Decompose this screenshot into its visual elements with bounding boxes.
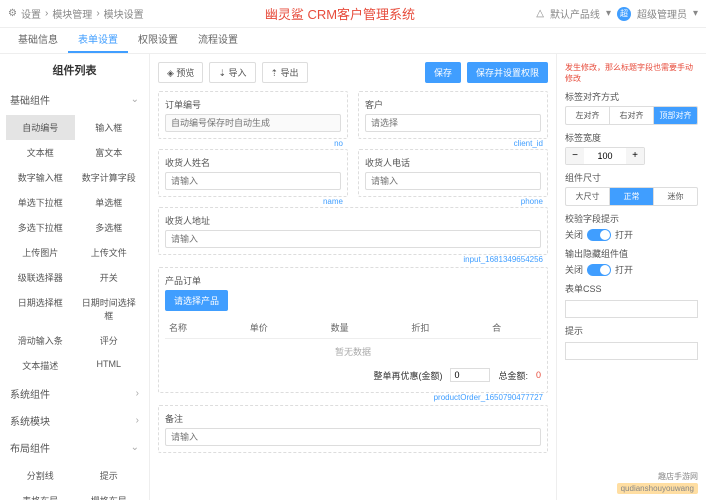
comp-8[interactable]: 多选下拉框 (6, 215, 75, 240)
width-minus[interactable]: − (566, 148, 584, 164)
warning-text: 发生修改，那么标题字段也需要手动修改 (565, 62, 698, 84)
comp-11[interactable]: 上传文件 (75, 240, 144, 265)
layout-1[interactable]: 提示 (75, 463, 144, 488)
comp-14[interactable]: 日期选择框 (6, 290, 75, 328)
property-panel: 发生修改，那么标题字段也需要手动修改 标签对齐方式 左对齐 右对齐 顶部对齐 标… (556, 54, 706, 500)
notification-icon[interactable]: △ (536, 8, 544, 19)
size-large[interactable]: 大尺寸 (566, 188, 610, 205)
panel-title: 组件列表 (0, 54, 149, 86)
order-no-input[interactable] (165, 114, 341, 132)
comp-4[interactable]: 数字输入框 (6, 165, 75, 190)
comp-10[interactable]: 上传图片 (6, 240, 75, 265)
avatar[interactable]: 超 (617, 7, 631, 21)
component-panel: 组件列表 基础组件⌄ 自动编号输入框文本框富文本数字输入框数字计算字段单选下拉框… (0, 54, 150, 500)
size-normal[interactable]: 正常 (610, 188, 654, 205)
phone-input[interactable] (365, 172, 541, 190)
align-right[interactable]: 右对齐 (610, 107, 654, 124)
total-amount: 0 (536, 370, 541, 380)
tab-basic[interactable]: 基础信息 (8, 28, 68, 53)
layout-0[interactable]: 分割线 (6, 463, 75, 488)
comp-18[interactable]: 文本描述 (6, 353, 75, 378)
comp-0[interactable]: 自动编号 (6, 115, 75, 140)
field-address[interactable]: 收货人地址 input_1681349654256 (158, 207, 548, 255)
valid-switch[interactable] (587, 229, 611, 241)
comp-12[interactable]: 级联选择器 (6, 265, 75, 290)
comp-15[interactable]: 日期时间选择框 (75, 290, 144, 328)
comp-16[interactable]: 滑动输入条 (6, 328, 75, 353)
basic-grid: 自动编号输入框文本框富文本数字输入框数字计算字段单选下拉框单选框多选下拉框多选框… (0, 113, 149, 380)
tab-form[interactable]: 表单设置 (68, 28, 128, 53)
select-product-button[interactable]: 请选择产品 (165, 290, 228, 311)
align-left[interactable]: 左对齐 (566, 107, 610, 124)
export-button[interactable]: ⇡ 导出 (262, 62, 308, 83)
gear-icon: ⚙ (8, 8, 17, 19)
product-line-select[interactable]: 默认产品线 (550, 6, 600, 21)
field-remark[interactable]: 备注 (158, 405, 548, 453)
consignee-input[interactable] (165, 172, 341, 190)
table-empty: 暂无数据 (165, 339, 541, 365)
size-group: 大尺寸 正常 迷你 (565, 187, 698, 206)
align-top[interactable]: 顶部对齐 (654, 107, 697, 124)
save-perm-button[interactable]: 保存并设置权限 (467, 62, 548, 83)
product-table: 名称单价数量折扣合 暂无数据 (165, 317, 541, 364)
width-input[interactable] (584, 151, 626, 161)
layout-grid: 分割线提示表格布局栅格布局 (0, 461, 149, 500)
chevron-down-icon: ⌄ (131, 94, 139, 105)
watermark-sub: qudianshouyouwang (617, 483, 698, 494)
group-basic[interactable]: 基础组件⌄ (0, 86, 149, 113)
field-customer[interactable]: 客户 client_id (358, 91, 548, 139)
comp-17[interactable]: 评分 (75, 328, 144, 353)
user-name[interactable]: 超级管理员 (637, 6, 687, 21)
breadcrumb: ⚙ 设置› 模块管理› 模块设置 (8, 6, 144, 21)
customer-select[interactable] (365, 114, 541, 132)
import-button[interactable]: ⇣ 导入 (209, 62, 255, 83)
group-sys-mod[interactable]: 系统模块› (0, 407, 149, 434)
css-input[interactable] (565, 300, 698, 318)
comp-19[interactable]: HTML (75, 353, 144, 378)
comp-7[interactable]: 单选框 (75, 190, 144, 215)
layout-2[interactable]: 表格布局 (6, 488, 75, 500)
app-title: 幽灵鲨 CRM客户管理系统 (144, 4, 537, 23)
chevron-right-icon: › (136, 415, 139, 426)
layout-3[interactable]: 栅格布局 (75, 488, 144, 500)
main-tabs: 基础信息 表单设置 权限设置 流程设置 (0, 28, 706, 54)
comp-9[interactable]: 多选框 (75, 215, 144, 240)
width-stepper: − + (565, 147, 645, 165)
discount-input[interactable] (450, 368, 490, 382)
remark-input[interactable] (165, 428, 541, 446)
tip-input[interactable] (565, 342, 698, 360)
field-products[interactable]: 产品订单 请选择产品 名称单价数量折扣合 暂无数据 整单再优惠(金额) 总金额:… (158, 267, 548, 393)
field-consignee[interactable]: 收货人姓名 name (158, 149, 348, 197)
preview-button[interactable]: ◈ 预览 (158, 62, 203, 83)
save-button[interactable]: 保存 (425, 62, 461, 83)
tab-permission[interactable]: 权限设置 (128, 28, 188, 53)
watermark-text: 趣店手游网 (658, 471, 698, 482)
group-layout[interactable]: 布局组件⌄ (0, 434, 149, 461)
align-group: 左对齐 右对齐 顶部对齐 (565, 106, 698, 125)
comp-13[interactable]: 开关 (75, 265, 144, 290)
chevron-down-icon: ⌄ (131, 442, 139, 453)
field-phone[interactable]: 收货人电话 phone (358, 149, 548, 197)
group-sys-comp[interactable]: 系统组件› (0, 380, 149, 407)
tab-flow[interactable]: 流程设置 (188, 28, 248, 53)
width-plus[interactable]: + (626, 148, 644, 164)
comp-1[interactable]: 输入框 (75, 115, 144, 140)
comp-2[interactable]: 文本框 (6, 140, 75, 165)
comp-5[interactable]: 数字计算字段 (75, 165, 144, 190)
field-order-no[interactable]: 订单编号 no (158, 91, 348, 139)
hidden-switch[interactable] (587, 264, 611, 276)
chevron-right-icon: › (136, 388, 139, 399)
comp-3[interactable]: 富文本 (75, 140, 144, 165)
size-mini[interactable]: 迷你 (654, 188, 697, 205)
address-input[interactable] (165, 230, 541, 248)
canvas: ◈ 预览 ⇣ 导入 ⇡ 导出 保存 保存并设置权限 订单编号 no 客户 cli… (150, 54, 556, 500)
comp-6[interactable]: 单选下拉框 (6, 190, 75, 215)
